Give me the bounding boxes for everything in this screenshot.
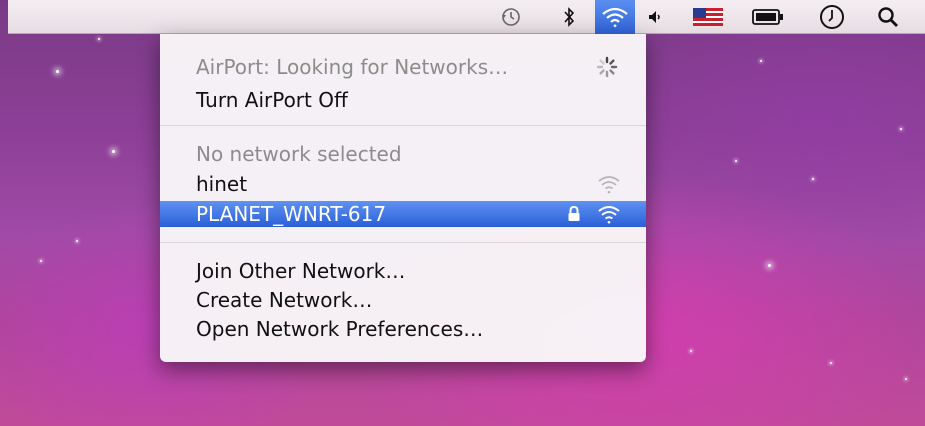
spotlight-search-icon[interactable] — [868, 0, 908, 34]
star — [830, 362, 832, 364]
network-name: PLANET_WNRT-617 — [196, 202, 387, 226]
network-name: hinet — [196, 172, 248, 196]
star — [76, 240, 78, 242]
star — [812, 178, 814, 180]
lock-icon — [567, 201, 581, 227]
menu-separator — [160, 125, 646, 126]
menu-separator — [160, 242, 646, 243]
join-other-network-item[interactable]: Join Other Network… — [160, 258, 646, 284]
loading-spinner-icon — [596, 54, 618, 80]
open-network-preferences-item[interactable]: Open Network Preferences… — [160, 316, 646, 342]
volume-icon[interactable] — [641, 0, 669, 34]
star — [760, 60, 762, 62]
star — [735, 160, 737, 162]
airport-status-label: AirPort: Looking for Networks… — [196, 55, 509, 79]
turn-airport-off-item[interactable]: Turn AirPort Off — [160, 87, 646, 113]
star — [112, 150, 115, 153]
star — [98, 38, 100, 40]
wifi-signal-icon — [597, 171, 621, 197]
clock-icon[interactable] — [812, 0, 852, 34]
time-machine-icon[interactable] — [495, 0, 527, 34]
menu-bar — [8, 0, 925, 34]
us-flag-input-icon[interactable] — [688, 0, 728, 34]
create-network-item[interactable]: Create Network… — [160, 287, 646, 313]
battery-icon[interactable] — [748, 0, 788, 34]
no-network-selected-label: No network selected — [196, 142, 402, 166]
star — [690, 350, 692, 352]
star — [768, 264, 771, 267]
star — [56, 70, 59, 73]
wifi-signal-icon — [597, 201, 621, 227]
airport-wifi-icon[interactable] — [595, 0, 635, 34]
star — [40, 260, 42, 262]
airport-menu: AirPort: Looking for Networks… Turn AirP… — [160, 34, 646, 362]
star — [900, 128, 902, 130]
star — [905, 378, 907, 380]
network-item-hinet[interactable]: hinet — [160, 171, 646, 197]
bluetooth-icon[interactable] — [556, 0, 582, 34]
